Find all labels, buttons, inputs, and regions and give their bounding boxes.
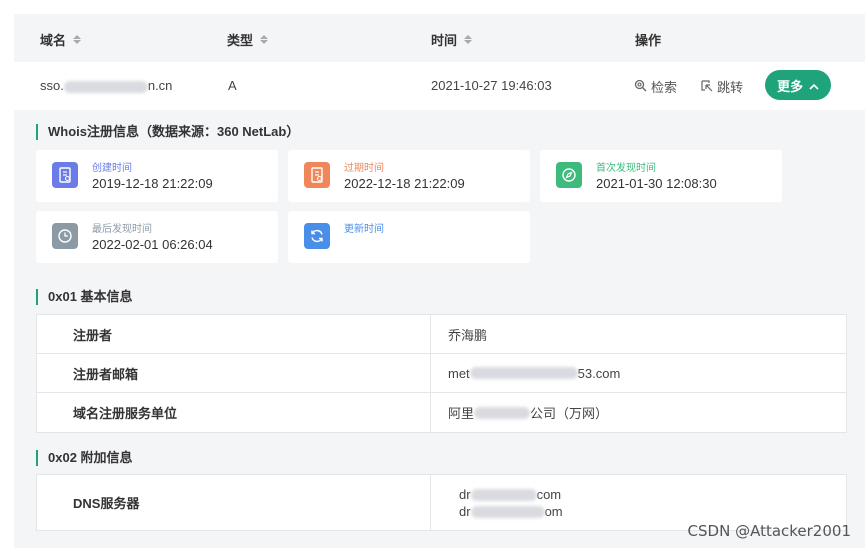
card-value: 2022-12-18 21:22:09 — [344, 176, 465, 191]
whois-section-title: Whois注册信息（数据来源：360 NetLab） — [36, 124, 299, 140]
created-time-card: 创建时间 2019-12-18 21:22:09 — [36, 150, 278, 202]
card-value: 2019-12-18 21:22:09 — [92, 176, 213, 191]
dns-servers: dr com dr om — [459, 475, 563, 530]
sort-icon[interactable] — [464, 35, 473, 44]
card-label: 首次发现时间 — [596, 163, 656, 174]
redacted-text — [63, 80, 148, 93]
table-row: 域名注册服务单位 阿里 公司（万网） — [37, 393, 846, 432]
last-seen-card: 最后发现时间 2022-02-01 06:26:04 — [36, 211, 278, 263]
dns-server-item: dr com — [459, 486, 562, 502]
header-type[interactable]: 类型 — [227, 30, 269, 49]
row-key: 注册者 — [37, 315, 431, 353]
row-key: 域名注册服务单位 — [37, 393, 431, 432]
card-label: 更新时间 — [344, 224, 384, 235]
table-header: 域名 类型 时间 操作 — [14, 14, 865, 62]
table-row: sso. n.cn A 2021-10-27 19:46:03 检索 跳转 更多 — [14, 62, 865, 110]
sort-icon[interactable] — [260, 35, 269, 44]
chevron-up-icon — [809, 78, 819, 93]
updated-time-card: 更新时间 — [288, 211, 530, 263]
expiry-time-card: 过期时间 2022-12-18 21:22:09 — [288, 150, 530, 202]
card-value: 2021-01-30 12:08:30 — [596, 176, 717, 191]
redacted-text — [474, 406, 531, 419]
card-label: 过期时间 — [344, 163, 384, 174]
redacted-text — [470, 489, 537, 502]
time-cell: 2021-10-27 19:46:03 — [431, 78, 552, 93]
search-action[interactable]: 检索 — [634, 77, 677, 96]
sort-icon[interactable] — [73, 35, 82, 44]
first-seen-card: 首次发现时间 2021-01-30 12:08:30 — [540, 150, 782, 202]
jump-action[interactable]: 跳转 — [700, 77, 743, 96]
card-label: 最后发现时间 — [92, 224, 152, 235]
document-icon — [304, 162, 330, 188]
row-key: DNS服务器 — [37, 475, 431, 530]
watermark: CSDN @Attacker2001 — [687, 522, 851, 540]
extra-info-title: 0x02 附加信息 — [36, 450, 133, 466]
header-time[interactable]: 时间 — [431, 30, 473, 49]
clock-icon — [52, 223, 78, 249]
table-row: 注册者邮箱 met 53.com — [37, 354, 846, 393]
domain-cell: sso. n.cn — [40, 78, 173, 93]
compass-icon — [556, 162, 582, 188]
basic-info-title: 0x01 基本信息 — [36, 289, 133, 305]
dns-server-item: dr om — [459, 503, 563, 519]
basic-info-table: 注册者 乔海鹏 注册者邮箱 met 53.com 域名注册服务单位 阿里 公司（万网… — [36, 314, 847, 433]
type-cell: A — [228, 78, 237, 93]
header-domain[interactable]: 域名 — [40, 30, 82, 49]
search-icon — [634, 79, 647, 95]
redacted-text — [470, 506, 545, 519]
card-label: 创建时间 — [92, 163, 132, 174]
document-icon — [52, 162, 78, 188]
header-actions: 操作 — [635, 33, 662, 48]
table-row: 注册者 乔海鹏 — [37, 315, 846, 354]
row-value: met 53.com — [448, 365, 621, 381]
external-link-icon — [700, 79, 713, 95]
more-button[interactable]: 更多 — [765, 70, 831, 100]
detail-panel: Whois注册信息（数据来源：360 NetLab） 创建时间 2019-12-… — [14, 110, 865, 548]
refresh-icon — [304, 223, 330, 249]
card-value: 2022-02-01 06:26:04 — [92, 237, 213, 252]
row-key: 注册者邮箱 — [37, 354, 431, 392]
row-value: 阿里 公司（万网） — [448, 406, 609, 421]
redacted-text — [469, 367, 578, 379]
row-value: 乔海鹏 — [448, 327, 488, 343]
domain-results-panel: 域名 类型 时间 操作 sso. n.cn A 2021-10-27 19:46:… — [14, 14, 865, 548]
